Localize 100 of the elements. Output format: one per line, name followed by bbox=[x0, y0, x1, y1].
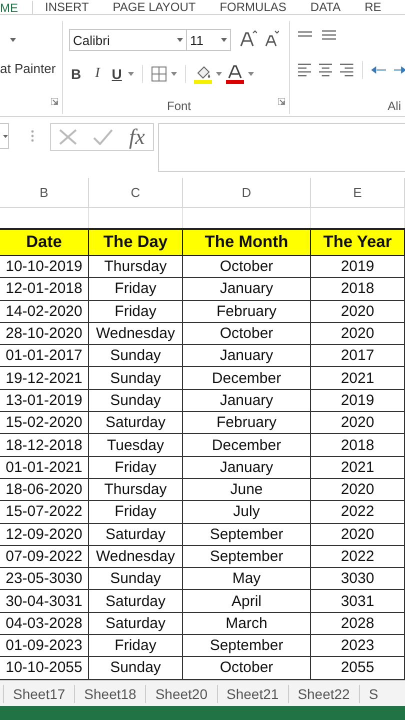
table-cell: 2020 bbox=[311, 524, 405, 546]
table-cell: 13-01-2019 bbox=[0, 390, 89, 412]
table-cell: January bbox=[183, 345, 311, 368]
format-painter-button[interactable]: at Painter bbox=[0, 57, 62, 79]
insert-function-button[interactable]: fx bbox=[129, 124, 145, 150]
sheet-tab[interactable]: Sheet20 bbox=[145, 684, 217, 702]
bold-button[interactable]: B bbox=[69, 63, 84, 85]
font-size-value: 11 bbox=[190, 32, 204, 48]
table-cell: 12-01-2018 bbox=[0, 278, 89, 301]
table-cell: Friday bbox=[89, 278, 183, 301]
table-cell: Tuesday bbox=[89, 434, 183, 457]
align-left-icon[interactable] bbox=[298, 62, 312, 78]
column-header[interactable]: C bbox=[89, 178, 183, 208]
table-cell: Saturday bbox=[89, 612, 183, 636]
table-cell: 01-01-2021 bbox=[0, 456, 89, 479]
underline-button[interactable]: U bbox=[110, 63, 124, 85]
sheet-tab[interactable]: Sheet21 bbox=[216, 684, 288, 702]
table-cell: Friday bbox=[89, 300, 183, 323]
table-cell: 10-10-2055 bbox=[0, 657, 89, 680]
table-cell: Friday bbox=[89, 456, 183, 479]
ribbon-tab[interactable]: ME bbox=[0, 1, 33, 14]
ribbon-tab[interactable]: DATA bbox=[298, 0, 353, 14]
ribbon-tab[interactable]: PAGE LAYOUT bbox=[100, 0, 208, 14]
table-cell: 15-07-2022 bbox=[0, 501, 89, 524]
table-cell: January bbox=[183, 390, 311, 412]
align-right-icon[interactable] bbox=[340, 62, 354, 78]
table-cell: Friday bbox=[89, 501, 183, 524]
column-header[interactable]: D bbox=[183, 178, 311, 208]
table-header-cell: The Day bbox=[89, 228, 183, 256]
formula-input[interactable] bbox=[158, 123, 405, 172]
table-cell: 23-05-3030 bbox=[0, 568, 89, 590]
ribbon-tab[interactable]: FORMULAS bbox=[208, 0, 298, 14]
table-cell: 04-03-2028 bbox=[0, 612, 89, 636]
table-cell: 19-12-2021 bbox=[0, 367, 89, 390]
table-cell: Thursday bbox=[89, 478, 183, 502]
table-cell: January bbox=[183, 278, 311, 301]
table-cell: February bbox=[183, 412, 311, 434]
table-cell: 2018 bbox=[311, 278, 405, 301]
sheet-tab[interactable]: Sheet17 bbox=[3, 684, 74, 702]
table-cell: Saturday bbox=[89, 590, 183, 613]
group-label: Font bbox=[166, 98, 191, 114]
grow-font-icon[interactable] bbox=[239, 28, 257, 46]
center-icon[interactable] bbox=[319, 62, 332, 78]
dropdown-caret-icon bbox=[10, 38, 16, 42]
table-cell: 2021 bbox=[311, 456, 405, 479]
table-cell: 10-10-2019 bbox=[0, 256, 89, 278]
table-cell: Sunday bbox=[89, 367, 183, 390]
sheet-tab[interactable]: S bbox=[358, 684, 388, 702]
table-cell: September bbox=[183, 524, 311, 546]
table-cell: 15-02-2020 bbox=[0, 412, 89, 434]
table-cell: Saturday bbox=[89, 524, 183, 546]
shrink-font-icon[interactable] bbox=[263, 28, 279, 46]
borders-icon[interactable] bbox=[150, 66, 167, 82]
dropdown-caret-icon bbox=[177, 38, 183, 42]
table-cell: 30-04-3031 bbox=[0, 590, 89, 613]
sheet-tab[interactable]: Sheet18 bbox=[74, 684, 146, 702]
column-header[interactable]: B bbox=[0, 178, 89, 208]
dropdown-caret-icon bbox=[128, 72, 134, 76]
table-cell: September bbox=[183, 546, 311, 568]
dropdown-caret-icon bbox=[248, 72, 254, 76]
table-cell: April bbox=[183, 590, 311, 613]
table-cell: Saturday bbox=[89, 412, 183, 434]
table-cell: July bbox=[183, 501, 311, 524]
table-cell: Sunday bbox=[89, 568, 183, 590]
dialog-launcher-icon[interactable] bbox=[51, 98, 58, 105]
table-cell: May bbox=[183, 568, 311, 590]
table-cell: 2020 bbox=[311, 412, 405, 434]
table-cell: 01-09-2023 bbox=[0, 635, 89, 658]
table-cell: 14-02-2020 bbox=[0, 300, 89, 323]
table-cell: December bbox=[183, 367, 311, 390]
font-name-value: Calibri bbox=[73, 32, 110, 48]
table-cell: 2017 bbox=[311, 345, 405, 368]
font-size-field[interactable]: 11 bbox=[187, 29, 231, 51]
ribbon-tab[interactable]: INSERT bbox=[33, 0, 101, 14]
column-header[interactable]: E bbox=[311, 178, 405, 208]
dropdown-caret-icon bbox=[170, 72, 177, 76]
table-cell: 2020 bbox=[311, 478, 405, 502]
table-cell: 2021 bbox=[311, 367, 405, 390]
table-cell: 18-06-2020 bbox=[0, 478, 89, 502]
fill-color-icon[interactable] bbox=[194, 64, 212, 84]
italic-button[interactable]: I bbox=[93, 63, 102, 85]
table-cell: Wednesday bbox=[89, 546, 183, 568]
dropdown-caret-icon bbox=[221, 38, 227, 42]
font-color-icon[interactable] bbox=[226, 64, 244, 84]
table-cell: June bbox=[183, 478, 311, 502]
table-cell: 2018 bbox=[311, 434, 405, 457]
table-header-cell: Date bbox=[0, 228, 89, 256]
group-label: Ali bbox=[388, 98, 402, 114]
ribbon-tab[interactable]: RE bbox=[352, 0, 394, 14]
dialog-launcher-icon[interactable] bbox=[278, 98, 285, 105]
table-cell: February bbox=[183, 300, 311, 323]
sheet-tab[interactable]: Sheet22 bbox=[288, 684, 359, 702]
table-cell: 01-01-2017 bbox=[0, 345, 89, 368]
table-cell: 07-09-2022 bbox=[0, 546, 89, 568]
table-cell: 2022 bbox=[311, 546, 405, 568]
font-name-field[interactable]: Calibri bbox=[69, 29, 187, 51]
table-cell: January bbox=[183, 456, 311, 479]
table-cell: October bbox=[183, 657, 311, 680]
name-box[interactable] bbox=[0, 123, 9, 149]
table-cell: 2022 bbox=[311, 501, 405, 524]
